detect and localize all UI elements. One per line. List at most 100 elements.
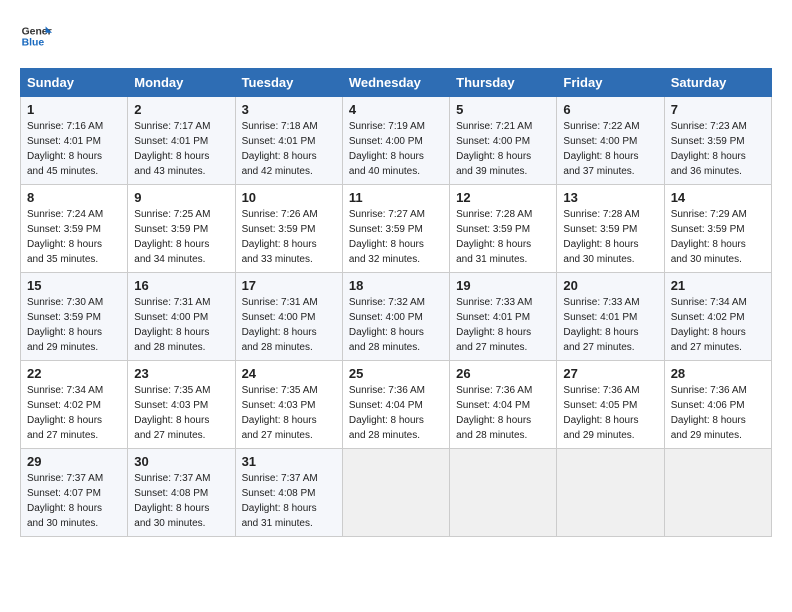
calendar-cell (342, 449, 449, 537)
week-row-3: 15 Sunrise: 7:30 AMSunset: 3:59 PMDayligh… (21, 273, 772, 361)
day-number: 4 (349, 102, 443, 117)
calendar-cell: 2 Sunrise: 7:17 AMSunset: 4:01 PMDaylight… (128, 97, 235, 185)
day-number: 15 (27, 278, 121, 293)
day-number: 8 (27, 190, 121, 205)
cell-info: Sunrise: 7:31 AMSunset: 4:00 PMDaylight:… (134, 295, 228, 355)
cell-info: Sunrise: 7:24 AMSunset: 3:59 PMDaylight:… (27, 207, 121, 267)
calendar-cell: 23 Sunrise: 7:35 AMSunset: 4:03 PMDayligh… (128, 361, 235, 449)
day-number: 18 (349, 278, 443, 293)
calendar-cell: 12 Sunrise: 7:28 AMSunset: 3:59 PMDayligh… (450, 185, 557, 273)
day-number: 22 (27, 366, 121, 381)
calendar-cell: 25 Sunrise: 7:36 AMSunset: 4:04 PMDayligh… (342, 361, 449, 449)
calendar-cell: 10 Sunrise: 7:26 AMSunset: 3:59 PMDayligh… (235, 185, 342, 273)
cell-info: Sunrise: 7:28 AMSunset: 3:59 PMDaylight:… (456, 207, 550, 267)
week-row-2: 8 Sunrise: 7:24 AMSunset: 3:59 PMDaylight… (21, 185, 772, 273)
calendar-cell: 26 Sunrise: 7:36 AMSunset: 4:04 PMDayligh… (450, 361, 557, 449)
day-number: 10 (242, 190, 336, 205)
day-number: 20 (563, 278, 657, 293)
calendar-cell: 6 Sunrise: 7:22 AMSunset: 4:00 PMDaylight… (557, 97, 664, 185)
cell-info: Sunrise: 7:35 AMSunset: 4:03 PMDaylight:… (134, 383, 228, 443)
day-number: 29 (27, 454, 121, 469)
calendar-cell: 13 Sunrise: 7:28 AMSunset: 3:59 PMDayligh… (557, 185, 664, 273)
cell-info: Sunrise: 7:32 AMSunset: 4:00 PMDaylight:… (349, 295, 443, 355)
cell-info: Sunrise: 7:36 AMSunset: 4:04 PMDaylight:… (456, 383, 550, 443)
cell-info: Sunrise: 7:34 AMSunset: 4:02 PMDaylight:… (671, 295, 765, 355)
weekday-header-sunday: Sunday (21, 69, 128, 97)
day-number: 6 (563, 102, 657, 117)
calendar-cell: 9 Sunrise: 7:25 AMSunset: 3:59 PMDaylight… (128, 185, 235, 273)
day-number: 3 (242, 102, 336, 117)
calendar-cell: 24 Sunrise: 7:35 AMSunset: 4:03 PMDayligh… (235, 361, 342, 449)
cell-info: Sunrise: 7:37 AMSunset: 4:08 PMDaylight:… (134, 471, 228, 531)
calendar-cell: 16 Sunrise: 7:31 AMSunset: 4:00 PMDayligh… (128, 273, 235, 361)
weekday-header-tuesday: Tuesday (235, 69, 342, 97)
day-number: 2 (134, 102, 228, 117)
day-number: 21 (671, 278, 765, 293)
calendar-cell: 15 Sunrise: 7:30 AMSunset: 3:59 PMDayligh… (21, 273, 128, 361)
cell-info: Sunrise: 7:25 AMSunset: 3:59 PMDaylight:… (134, 207, 228, 267)
day-number: 16 (134, 278, 228, 293)
calendar-body: 1 Sunrise: 7:16 AMSunset: 4:01 PMDaylight… (21, 97, 772, 537)
cell-info: Sunrise: 7:30 AMSunset: 3:59 PMDaylight:… (27, 295, 121, 355)
day-number: 7 (671, 102, 765, 117)
day-number: 13 (563, 190, 657, 205)
calendar-cell: 14Sunrise: 7:29 AMSunset: 3:59 PMDayligh… (664, 185, 771, 273)
day-number: 17 (242, 278, 336, 293)
cell-info: Sunrise: 7:34 AMSunset: 4:02 PMDaylight:… (27, 383, 121, 443)
day-number: 24 (242, 366, 336, 381)
calendar-cell: 21 Sunrise: 7:34 AMSunset: 4:02 PMDayligh… (664, 273, 771, 361)
calendar-cell: 7 Sunrise: 7:23 AMSunset: 3:59 PMDaylight… (664, 97, 771, 185)
weekday-header-friday: Friday (557, 69, 664, 97)
calendar-cell: 5Sunrise: 7:21 AMSunset: 4:00 PMDaylight… (450, 97, 557, 185)
calendar-cell: 29 Sunrise: 7:37 AMSunset: 4:07 PMDayligh… (21, 449, 128, 537)
day-number: 28 (671, 366, 765, 381)
cell-info: Sunrise: 7:19 AMSunset: 4:00 PMDaylight:… (349, 119, 443, 179)
calendar-cell: 27Sunrise: 7:36 AMSunset: 4:05 PMDayligh… (557, 361, 664, 449)
day-number: 12 (456, 190, 550, 205)
calendar-cell: 3Sunrise: 7:18 AMSunset: 4:01 PMDaylight… (235, 97, 342, 185)
weekday-header-wednesday: Wednesday (342, 69, 449, 97)
calendar-cell: 17 Sunrise: 7:31 AMSunset: 4:00 PMDayligh… (235, 273, 342, 361)
calendar-cell: 4 Sunrise: 7:19 AMSunset: 4:00 PMDaylight… (342, 97, 449, 185)
cell-info: Sunrise: 7:37 AMSunset: 4:08 PMDaylight:… (242, 471, 336, 531)
cell-info: Sunrise: 7:22 AMSunset: 4:00 PMDaylight:… (563, 119, 657, 179)
calendar-cell: 22 Sunrise: 7:34 AMSunset: 4:02 PMDayligh… (21, 361, 128, 449)
day-number: 31 (242, 454, 336, 469)
cell-info: Sunrise: 7:35 AMSunset: 4:03 PMDaylight:… (242, 383, 336, 443)
weekday-header-row: SundayMondayTuesdayWednesdayThursdayFrid… (21, 69, 772, 97)
cell-info: Sunrise: 7:36 AMSunset: 4:04 PMDaylight:… (349, 383, 443, 443)
calendar-cell: 20 Sunrise: 7:33 AMSunset: 4:01 PMDayligh… (557, 273, 664, 361)
cell-info: Sunrise: 7:21 AMSunset: 4:00 PMDaylight:… (456, 119, 550, 179)
cell-info: Sunrise: 7:36 AMSunset: 4:05 PMDaylight:… (563, 383, 657, 443)
calendar-cell: 19Sunrise: 7:33 AMSunset: 4:01 PMDayligh… (450, 273, 557, 361)
calendar-cell: 8 Sunrise: 7:24 AMSunset: 3:59 PMDaylight… (21, 185, 128, 273)
cell-info: Sunrise: 7:28 AMSunset: 3:59 PMDaylight:… (563, 207, 657, 267)
header: General Blue (20, 20, 772, 52)
weekday-header-saturday: Saturday (664, 69, 771, 97)
day-number: 1 (27, 102, 121, 117)
calendar-cell: 11Sunrise: 7:27 AMSunset: 3:59 PMDayligh… (342, 185, 449, 273)
cell-info: Sunrise: 7:31 AMSunset: 4:00 PMDaylight:… (242, 295, 336, 355)
cell-info: Sunrise: 7:16 AMSunset: 4:01 PMDaylight:… (27, 119, 121, 179)
day-number: 11 (349, 190, 443, 205)
day-number: 9 (134, 190, 228, 205)
cell-info: Sunrise: 7:26 AMSunset: 3:59 PMDaylight:… (242, 207, 336, 267)
cell-info: Sunrise: 7:17 AMSunset: 4:01 PMDaylight:… (134, 119, 228, 179)
logo: General Blue (20, 20, 52, 52)
day-number: 26 (456, 366, 550, 381)
day-number: 30 (134, 454, 228, 469)
calendar-cell: 30 Sunrise: 7:37 AMSunset: 4:08 PMDayligh… (128, 449, 235, 537)
logo-icon: General Blue (20, 20, 52, 52)
week-row-5: 29 Sunrise: 7:37 AMSunset: 4:07 PMDayligh… (21, 449, 772, 537)
cell-info: Sunrise: 7:23 AMSunset: 3:59 PMDaylight:… (671, 119, 765, 179)
day-number: 25 (349, 366, 443, 381)
cell-info: Sunrise: 7:36 AMSunset: 4:06 PMDaylight:… (671, 383, 765, 443)
weekday-header-monday: Monday (128, 69, 235, 97)
svg-text:Blue: Blue (22, 38, 45, 49)
cell-info: Sunrise: 7:33 AMSunset: 4:01 PMDaylight:… (563, 295, 657, 355)
calendar-cell: 1 Sunrise: 7:16 AMSunset: 4:01 PMDaylight… (21, 97, 128, 185)
cell-info: Sunrise: 7:37 AMSunset: 4:07 PMDaylight:… (27, 471, 121, 531)
day-number: 23 (134, 366, 228, 381)
cell-info: Sunrise: 7:29 AMSunset: 3:59 PMDaylight:… (671, 207, 765, 267)
calendar-cell: 18 Sunrise: 7:32 AMSunset: 4:00 PMDayligh… (342, 273, 449, 361)
